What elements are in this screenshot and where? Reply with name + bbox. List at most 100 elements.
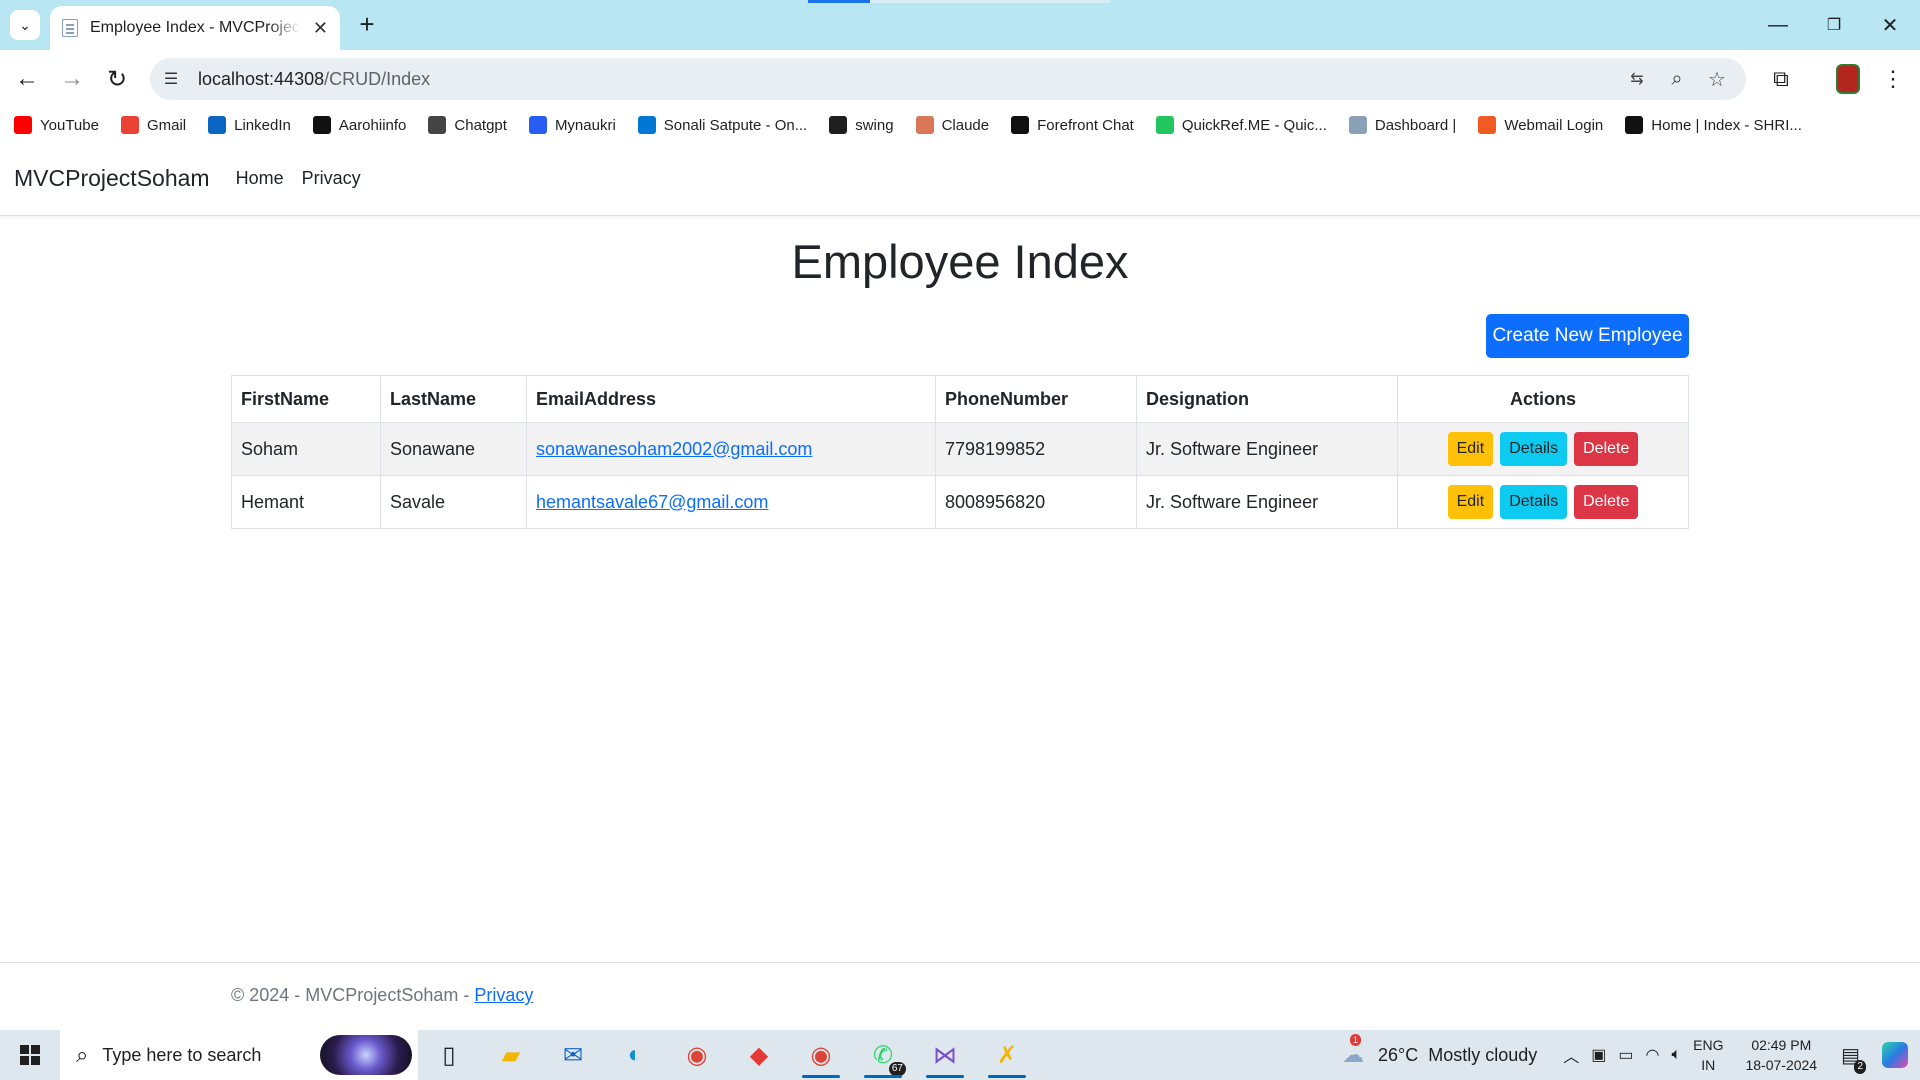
- footer-privacy-link[interactable]: Privacy: [474, 985, 533, 1005]
- bookmark-item[interactable]: Sonali Satpute - On...: [637, 116, 807, 134]
- sticky-app-icon[interactable]: ✗: [976, 1030, 1038, 1080]
- loading-indicator: [808, 0, 870, 3]
- tab-title: Employee Index - MVCProjectSoham: [90, 19, 300, 36]
- bookmark-item[interactable]: Webmail Login: [1478, 116, 1603, 134]
- bookmark-label: LinkedIn: [234, 116, 291, 134]
- email-link[interactable]: hemantsavale67@gmail.com: [536, 492, 768, 512]
- wifi-icon[interactable]: ◠: [1646, 1045, 1660, 1065]
- column-header-designation: Designation: [1136, 375, 1398, 423]
- chrome-profile-icon[interactable]: ◉: [790, 1030, 852, 1080]
- zoom-icon[interactable]: ⌕: [1662, 64, 1692, 94]
- reload-button[interactable]: ↻: [100, 62, 134, 96]
- start-button[interactable]: [0, 1030, 60, 1080]
- bookmark-item[interactable]: LinkedIn: [208, 116, 291, 134]
- git-app-icon[interactable]: ◆: [728, 1030, 790, 1080]
- tab-search-button[interactable]: ⌄: [10, 10, 40, 40]
- address-bar[interactable]: ☰ localhost:44308/CRUD/Index ⇆ ⌕ ☆: [150, 58, 1746, 100]
- cell-lastname: Sonawane: [380, 422, 527, 476]
- details-button[interactable]: Details: [1500, 485, 1568, 519]
- details-button[interactable]: Details: [1500, 432, 1568, 466]
- weather-alert-badge: 1: [1350, 1034, 1362, 1046]
- bookmark-label: YouTube: [40, 116, 99, 134]
- bookmark-item[interactable]: YouTube: [14, 116, 99, 134]
- bookmark-item[interactable]: Chatgpt: [428, 116, 507, 134]
- battery-icon[interactable]: ▭: [1618, 1045, 1633, 1065]
- forward-button[interactable]: →: [55, 62, 89, 96]
- bookmark-item[interactable]: QuickRef.ME - Quic...: [1155, 116, 1327, 134]
- edit-button[interactable]: Edit: [1447, 485, 1494, 519]
- weather-widget[interactable]: ☁ 1 26°C Mostly cloudy: [1342, 1034, 1537, 1068]
- meet-icon[interactable]: ▣: [1591, 1045, 1606, 1065]
- bookmark-item[interactable]: swing: [829, 116, 894, 134]
- whatsapp-badge: 67: [888, 1062, 906, 1076]
- browser-toolbar: ← → ↻ ☰ localhost:44308/CRUD/Index ⇆ ⌕ ☆…: [0, 50, 1920, 108]
- webmail-icon: [1478, 116, 1497, 134]
- star-icon[interactable]: ☆: [1702, 64, 1732, 94]
- back-button[interactable]: ←: [10, 62, 44, 96]
- nav-link-home[interactable]: Home: [236, 168, 284, 189]
- new-tab-button[interactable]: +: [352, 10, 382, 40]
- cell-email: hemantsavale67@gmail.com: [526, 475, 936, 529]
- bookmark-item[interactable]: Home | Index - SHRI...: [1625, 116, 1802, 134]
- web-page: MVCProjectSoham Home Privacy Employee In…: [0, 142, 1920, 1030]
- bookmark-label: Gmail: [146, 116, 187, 134]
- windows-logo-icon: [20, 1045, 40, 1065]
- url-text[interactable]: localhost:44308/CRUD/Index: [198, 69, 430, 90]
- bookmark-item[interactable]: Aarohiinfo: [312, 116, 406, 134]
- clock[interactable]: 02:49 PM 18-07-2024: [1745, 1035, 1817, 1075]
- search-placeholder: Type here to search: [102, 1044, 262, 1065]
- close-window-button[interactable]: ✕: [1862, 8, 1918, 42]
- table-header-row: FirstName LastName EmailAddress PhoneNum…: [231, 375, 1689, 423]
- language-indicator[interactable]: ENG IN: [1693, 1035, 1723, 1075]
- edge-icon[interactable]: ◐: [604, 1030, 666, 1080]
- bookmark-item[interactable]: Forefront Chat: [1011, 116, 1134, 134]
- notification-center-icon[interactable]: ▤ 2: [1841, 1043, 1866, 1074]
- cell-lastname: Savale: [380, 475, 527, 529]
- clock-date: 18-07-2024: [1745, 1057, 1818, 1073]
- profile-avatar[interactable]: [1836, 64, 1860, 94]
- menu-kebab-icon[interactable]: ⋮: [1876, 62, 1910, 96]
- browser-tab-active[interactable]: Employee Index - MVCProjectSoham ✕: [50, 6, 340, 50]
- extensions-icon[interactable]: ⧉: [1764, 62, 1798, 96]
- create-employee-button[interactable]: Create New Employee: [1486, 314, 1689, 358]
- forefront-icon: [1011, 116, 1030, 134]
- close-icon[interactable]: ✕: [313, 18, 328, 39]
- bookmark-label: Claude: [941, 116, 990, 134]
- whatsapp-icon[interactable]: ✆ 67: [852, 1030, 914, 1080]
- delete-button[interactable]: Delete: [1574, 485, 1639, 519]
- copilot-icon[interactable]: [1882, 1042, 1908, 1068]
- column-header-email: EmailAddress: [526, 375, 936, 423]
- site-info-icon[interactable]: ☰: [154, 62, 188, 96]
- bookmark-item[interactable]: Dashboard |: [1348, 116, 1456, 134]
- site-footer: © 2024 - MVCProjectSoham - Privacy: [0, 962, 1920, 1030]
- bookmark-item[interactable]: Mynaukri: [528, 116, 616, 134]
- delete-button[interactable]: Delete: [1574, 432, 1639, 466]
- bookmark-item[interactable]: Claude: [915, 116, 990, 134]
- claude-icon: [915, 116, 934, 134]
- bookmark-item[interactable]: Gmail: [120, 116, 187, 134]
- restore-button[interactable]: ❐: [1806, 8, 1862, 42]
- edit-button[interactable]: Edit: [1447, 432, 1494, 466]
- chrome-icon[interactable]: ◉: [666, 1030, 728, 1080]
- home-h-icon: [1625, 116, 1644, 134]
- mail-icon[interactable]: ✉: [542, 1030, 604, 1080]
- visual-studio-icon[interactable]: ⋈: [914, 1030, 976, 1080]
- site-brand[interactable]: MVCProjectSoham: [14, 165, 210, 192]
- chevron-up-icon[interactable]: ︿: [1563, 1043, 1579, 1067]
- minimize-button[interactable]: —: [1750, 8, 1806, 42]
- taskbar-search[interactable]: ⌕ Type here to search: [60, 1030, 418, 1080]
- page-favicon-icon: [62, 19, 78, 37]
- bookmark-label: QuickRef.ME - Quic...: [1181, 116, 1327, 134]
- nav-link-privacy[interactable]: Privacy: [302, 168, 361, 189]
- bookmarks-bar: YouTube Gmail LinkedIn Aarohiinfo Chatgpt Myn…: [0, 108, 1920, 142]
- file-explorer-icon[interactable]: ▰: [480, 1030, 542, 1080]
- bookmark-label: Mynaukri: [554, 116, 616, 134]
- search-icon: ⌕: [76, 1042, 89, 1067]
- cell-actions: Edit Details Delete: [1397, 475, 1689, 529]
- translate-icon[interactable]: ⇆: [1622, 64, 1652, 94]
- cell-phone: 8008956820: [935, 475, 1137, 529]
- task-view-icon[interactable]: ▯: [418, 1030, 480, 1080]
- email-link[interactable]: sonawanesoham2002@gmail.com: [536, 439, 812, 459]
- volume-icon[interactable]: 🔈︎: [1672, 1046, 1682, 1064]
- github-icon: [829, 116, 848, 134]
